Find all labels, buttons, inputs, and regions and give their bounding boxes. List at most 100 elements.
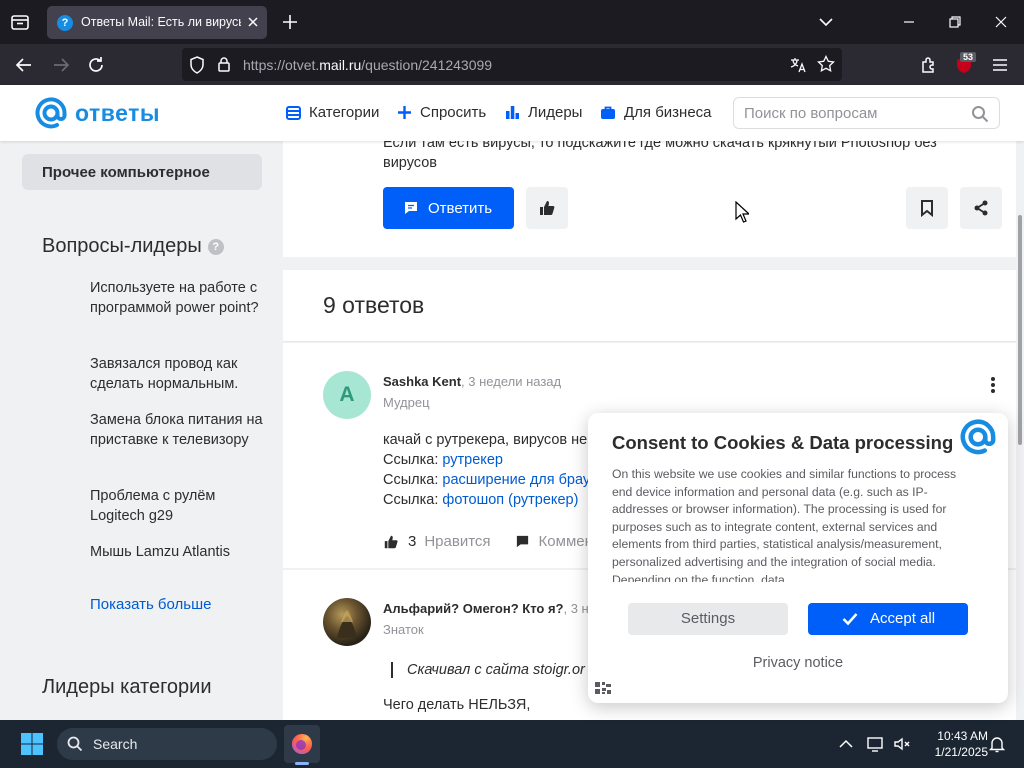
windows-start-icon[interactable] (20, 732, 44, 756)
new-tab-plus-icon[interactable] (280, 12, 300, 32)
clock-time: 10:43 AM (937, 729, 988, 743)
nav-categories[interactable]: Категории (286, 104, 379, 121)
like-answer-button[interactable]: 3 Нравится (383, 533, 491, 550)
at-sign-logo-icon (960, 419, 996, 455)
browser-tab-bar: ? Ответы Mail: Есть ли вирусы в (0, 0, 1024, 44)
lock-icon[interactable] (217, 56, 231, 77)
cookie-accept-all-button[interactable]: Accept all (808, 603, 968, 635)
shield-icon[interactable] (189, 56, 205, 79)
search-input[interactable]: Поиск по вопросам (733, 97, 1000, 129)
reply-button-label: Ответить (428, 200, 493, 217)
avatar[interactable] (323, 598, 371, 646)
translate-icon[interactable] (789, 56, 807, 79)
show-more-link[interactable]: Показать больше (90, 596, 211, 613)
taskbar-search-label: Search (93, 736, 138, 752)
answer-quote: Скачивал с сайта stoigr.or (391, 662, 585, 678)
reply-button[interactable]: Ответить (383, 187, 514, 229)
back-arrow-icon[interactable] (13, 54, 35, 76)
minimize-icon[interactable] (899, 12, 919, 32)
category-label: Прочее компьютерное (42, 164, 210, 181)
close-window-icon[interactable] (991, 12, 1011, 32)
browser-tab-active[interactable]: ? Ответы Mail: Есть ли вирусы в (47, 6, 267, 39)
firefox-taskbar-button[interactable] (284, 725, 320, 763)
bookmark-button[interactable] (906, 187, 948, 229)
active-app-indicator (295, 762, 309, 765)
bookmark-icon (921, 200, 933, 217)
answer-actions: 3 Нравится Коммен (383, 533, 593, 550)
forward-arrow-icon[interactable] (50, 54, 72, 76)
briefcase-icon (601, 106, 615, 119)
list-icon (286, 105, 301, 120)
share-button[interactable] (960, 187, 1002, 229)
mouse-cursor-icon (735, 201, 749, 223)
site-header: ответы Категории Спросить Лидеры Для биз… (0, 85, 1024, 141)
question-card: Если там есть вирусы, то подскажите где … (283, 141, 1016, 257)
comment-button[interactable]: Коммен (515, 533, 593, 550)
cookie-settings-button[interactable]: Settings (628, 603, 788, 635)
answer-link[interactable]: фотошоп (рутрекер) (442, 492, 578, 508)
tab-close-icon[interactable] (244, 13, 262, 31)
sidebar-category-active[interactable]: Прочее компьютерное (22, 154, 262, 190)
leader-question-link[interactable]: Завязался провод как сделать нормальным. (90, 354, 265, 394)
tab-list-icon[interactable] (8, 10, 32, 34)
search-icon[interactable] (971, 105, 989, 123)
clock-date: 1/21/2025 (934, 745, 988, 759)
privacy-notice-link[interactable]: Privacy notice (588, 655, 1008, 671)
cookie-dialog-body: On this website we use cookies and simil… (612, 467, 957, 582)
avatar[interactable]: A (323, 371, 371, 419)
like-count: 3 (408, 533, 417, 550)
network-monitor-icon[interactable] (866, 734, 886, 754)
notification-bell-icon[interactable] (987, 734, 1007, 754)
answer-link[interactable]: расширение для брау (442, 472, 590, 488)
leader-question-link[interactable]: Используете на работе с программой power… (90, 278, 265, 318)
show-hidden-icons-chevron-icon[interactable] (836, 734, 856, 754)
nav-business[interactable]: Для бизнеса (600, 104, 712, 121)
answer-author[interactable]: Sashka Kent, 3 недели назад (383, 374, 561, 389)
author-rank: Знаток (383, 622, 424, 637)
taskbar-search[interactable]: Search (57, 728, 277, 760)
scrollbar-thumb[interactable] (1018, 215, 1022, 445)
comment-label: Коммен (538, 533, 593, 550)
speaker-muted-icon[interactable] (892, 734, 912, 754)
url-bar[interactable]: https://otvet.mail.ru/question/241243099 (182, 48, 842, 81)
extension-badge: 53 (960, 52, 977, 62)
answer-text: качай с рутрекера, вирусов не Ссылка: ру… (383, 432, 591, 508)
answer-time: , 3 недели назад (461, 374, 562, 389)
cookie-consent-dialog: Consent to Cookies & Data processing On … (588, 413, 1008, 703)
thumbs-up-icon (540, 201, 555, 215)
logo-text: ответы (75, 100, 160, 126)
nav-label: Спросить (420, 104, 487, 121)
restore-icon[interactable] (945, 12, 965, 32)
leader-question-link[interactable]: Мышь Lamzu Atlantis (90, 542, 265, 562)
search-icon (67, 736, 83, 752)
help-question-icon[interactable]: ? (207, 239, 224, 255)
menu-hamburger-icon[interactable] (989, 54, 1011, 76)
answer-time: , 3 н (563, 601, 589, 616)
search-placeholder: Поиск по вопросам (744, 105, 878, 122)
tab-overflow-chevron-icon[interactable] (816, 12, 836, 32)
answer-link[interactable]: рутрекер (442, 452, 503, 468)
reload-icon[interactable] (85, 54, 107, 76)
left-sidebar: Прочее компьютерное Вопросы-лидеры? Испо… (0, 141, 283, 720)
like-question-button[interactable] (526, 187, 568, 229)
answer-author[interactable]: Альфарий? Омегон? Кто я?, 3 н (383, 601, 589, 616)
checkmark-icon (842, 613, 858, 626)
leader-question-link[interactable]: Проблема с рулём Logitech g29 (90, 486, 265, 526)
url-text[interactable]: https://otvet.mail.ru/question/241243099 (243, 57, 492, 73)
nav-leaders[interactable]: Лидеры (505, 104, 582, 121)
more-options-icon[interactable] (983, 375, 1003, 395)
leader-question-link[interactable]: Замена блока питания на приставке к теле… (90, 410, 265, 450)
leaders-questions-heading: Вопросы-лидеры? (42, 235, 224, 258)
nav-ask[interactable]: Спросить (397, 104, 486, 121)
extensions-puzzle-icon[interactable] (918, 54, 940, 76)
system-clock[interactable]: 10:43 AM 1/21/2025 (918, 728, 988, 760)
cookie-dialog-title: Consent to Cookies & Data processing (612, 432, 954, 453)
category-leaders-heading: Лидеры категории (42, 676, 212, 698)
answer-text: Чего делать НЕЛЬЗЯ, (383, 697, 531, 713)
bookmark-star-icon[interactable] (817, 54, 835, 78)
page-scrollbar[interactable] (1016, 141, 1024, 720)
plus-icon (398, 106, 411, 119)
nav-label: Категории (309, 104, 380, 121)
browser-nav-bar: https://otvet.mail.ru/question/241243099 (0, 44, 1024, 85)
bar-chart-icon (506, 106, 519, 119)
